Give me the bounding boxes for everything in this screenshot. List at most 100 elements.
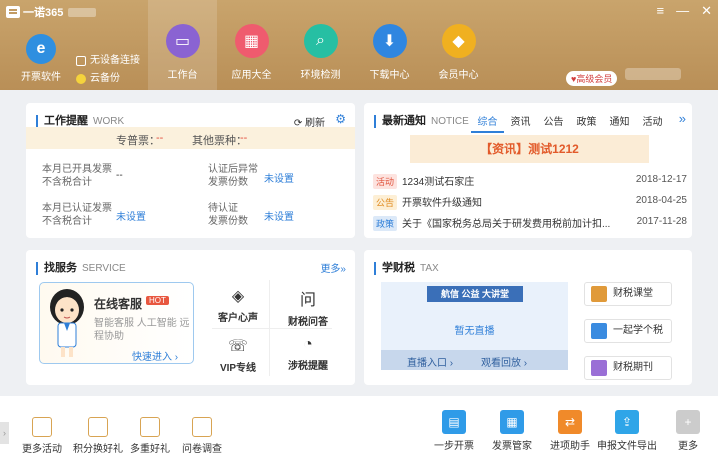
tax-course-button-0[interactable]: 财税课堂 bbox=[584, 282, 672, 306]
notice-tab-0[interactable]: 综合 bbox=[471, 113, 504, 133]
notice-tabs: 综合 资讯 公告 政策 通知 活动 bbox=[471, 113, 669, 133]
notice-panel: 最新通知 NOTICE 综合 资讯 公告 政策 通知 活动 » 【资讯】测试1212 活动 1… bbox=[364, 103, 692, 238]
bottom-right-item-0[interactable]: ▤ 一步开票 bbox=[434, 410, 474, 452]
bottom-left-item-2[interactable]: 多重好礼 bbox=[130, 417, 170, 455]
nav-item-3[interactable]: ⬇ 下载中心 bbox=[355, 0, 424, 90]
journal-icon bbox=[591, 360, 607, 376]
service-agent-avatar bbox=[50, 289, 84, 357]
notice-date: 2017-11-28 bbox=[636, 216, 687, 227]
work-label: 认证后异常 发票份数 bbox=[208, 164, 258, 188]
invoice-software-button[interactable]: e 开票软件 bbox=[20, 34, 62, 83]
feedback-icon: ◈ bbox=[231, 288, 245, 305]
customer-voice-button[interactable]: ◈ 客户心声 bbox=[210, 286, 266, 324]
more-icon: + bbox=[676, 410, 700, 434]
gift-icon bbox=[88, 417, 108, 437]
notice-tag: 公告 bbox=[373, 195, 397, 210]
invoice-software-icon: e bbox=[26, 34, 56, 64]
hot-badge: HOT bbox=[146, 296, 169, 305]
download-icon: ⬇ bbox=[372, 24, 407, 58]
survey-icon bbox=[192, 417, 212, 437]
notice-item[interactable]: 政策 关于《国家税务总局关于研发费用税前加计扣... 2017-11-28 bbox=[373, 215, 687, 231]
notice-item[interactable]: 活动 1234测试石家庄 2018-12-17 bbox=[373, 173, 687, 189]
work-value: -- bbox=[116, 170, 123, 181]
invoice-manager-icon: ▦ bbox=[500, 410, 524, 434]
notice-text: 开票软件升级通知 bbox=[402, 198, 482, 209]
apps-grid-icon: ▦ bbox=[234, 24, 269, 58]
nav-item-1[interactable]: ▦ 应用大全 bbox=[217, 0, 286, 90]
panel-title: 学财税 TAX bbox=[374, 262, 439, 275]
tax-course-button-2[interactable]: 财税期刊 bbox=[584, 356, 672, 380]
replay-link[interactable]: 观看回放 › bbox=[481, 354, 527, 369]
live-lecture-box: 航信 公益 大讲堂 暂无直播 直播入口 › 观看回放 › bbox=[381, 282, 568, 370]
panel-title: 最新通知 NOTICE bbox=[374, 115, 469, 128]
quick-enter-link[interactable]: 快速进入 › bbox=[132, 348, 178, 363]
main-nav: ▭ 工作台 ▦ 应用大全 ⌕ 环境检测 ⬇ 下载中心 ◆ 会员中心 bbox=[148, 0, 493, 90]
invoice-type-band: 专普票： -- 其他票种： -- bbox=[26, 127, 355, 149]
notice-date: 2018-04-25 bbox=[635, 195, 687, 206]
notice-tag: 活动 bbox=[373, 174, 397, 189]
notice-banner[interactable]: 【资讯】测试1212 bbox=[410, 135, 649, 163]
device-status[interactable]: 无设备连接 bbox=[76, 52, 140, 70]
lecture-banner: 航信 公益 大讲堂 bbox=[427, 286, 523, 302]
app-title: 一诺365 bbox=[23, 7, 64, 19]
work-setting-link[interactable]: 未设置 bbox=[264, 208, 294, 223]
notice-tab-4[interactable]: 通知 bbox=[603, 113, 636, 133]
work-panel: 工作提醒 WORK ⟳ 刷新 ⚙ 专普票： -- 其他票种： -- 本月已开具发票… bbox=[26, 103, 355, 238]
work-setting-link[interactable]: 未设置 bbox=[116, 208, 146, 223]
bottom-left-item-1[interactable]: 积分换好礼 bbox=[73, 417, 123, 455]
nav-item-0[interactable]: ▭ 工作台 bbox=[148, 0, 217, 90]
settings-icon[interactable]: ⚙ bbox=[335, 112, 346, 126]
notice-tab-3[interactable]: 政策 bbox=[570, 113, 603, 133]
vip-line-button[interactable]: ☏ VIP专线 bbox=[210, 336, 266, 374]
bottom-right-item-1[interactable]: ▦ 发票管家 bbox=[492, 410, 532, 452]
menu-icon[interactable]: ≡ bbox=[657, 3, 665, 19]
notice-tab-2[interactable]: 公告 bbox=[537, 113, 570, 133]
phone-icon: ☏ bbox=[227, 338, 248, 355]
bottom-toolbar: 更多活动 积分换好礼 多重好礼 问卷调查 ▤ 一步开票 ▦ 发票管家 ⇄ 进项助手 ⇪ 申报文件导出… bbox=[0, 396, 718, 456]
bottom-left-item-3[interactable]: 问卷调查 bbox=[182, 417, 222, 455]
nav-item-2[interactable]: ⌕ 环境检测 bbox=[286, 0, 355, 90]
app-logo: 一诺365 bbox=[6, 4, 97, 20]
no-live-text: 暂无直播 bbox=[454, 326, 495, 337]
vip-badge[interactable]: ♥高级会员 bbox=[566, 71, 618, 86]
service-panel: 找服务 SERVICE 更多» 在线客服 HOT 智能客服 人工智能 远程协助 快… bbox=[26, 250, 355, 385]
notice-text: 1234测试石家庄 bbox=[402, 177, 475, 188]
live-entry-link[interactable]: 直播入口 › bbox=[407, 354, 453, 369]
tax-qa-button[interactable]: 问财税问答 bbox=[280, 286, 336, 328]
notice-tag: 政策 bbox=[373, 216, 397, 231]
notice-tab-5[interactable]: 活动 bbox=[636, 113, 669, 133]
notice-item[interactable]: 公告 开票软件升级通知 2018-04-25 bbox=[373, 194, 687, 210]
close-icon[interactable]: ✕ bbox=[701, 3, 712, 19]
tax-course-button-1[interactable]: 一起学个税 bbox=[584, 319, 672, 343]
tax-panel: 学财税 TAX 航信 公益 大讲堂 暂无直播 直播入口 › 观看回放 › 财税课堂… bbox=[364, 250, 692, 385]
minimize-icon[interactable]: — bbox=[676, 3, 689, 19]
bottom-right-item-2[interactable]: ⇄ 进项助手 bbox=[550, 410, 590, 452]
expand-arrow-icon[interactable]: › bbox=[0, 422, 9, 444]
notice-tab-1[interactable]: 资讯 bbox=[504, 113, 537, 133]
books-icon bbox=[591, 286, 607, 302]
tax-reminder-button[interactable]: ◔ 涉税提醒 bbox=[280, 336, 336, 372]
panel-title: 找服务 SERVICE bbox=[36, 262, 126, 275]
bottom-right-item-3[interactable]: ⇪ 申报文件导出 bbox=[597, 410, 657, 452]
service-more-link[interactable]: 更多» bbox=[320, 260, 346, 275]
star-icon bbox=[32, 417, 52, 437]
work-label: 本月已认证发票 不含税合计 bbox=[42, 203, 112, 227]
more-chevron-icon[interactable]: » bbox=[679, 111, 686, 126]
online-service-title: 在线客服 bbox=[94, 297, 143, 311]
magnifier-icon: ⌕ bbox=[303, 24, 338, 58]
cloud-icon bbox=[76, 74, 86, 84]
input-assistant-icon: ⇄ bbox=[558, 410, 582, 434]
question-icon: 问 bbox=[299, 292, 316, 309]
online-service-card[interactable]: 在线客服 HOT 智能客服 人工智能 远程协助 快速进入 › bbox=[39, 282, 194, 364]
work-label: 本月已开具发票 不含税合计 bbox=[42, 164, 112, 188]
monitor-icon: ▭ bbox=[165, 24, 200, 58]
nav-item-4[interactable]: ◆ 会员中心 bbox=[424, 0, 493, 90]
usb-icon bbox=[76, 56, 86, 66]
work-setting-link[interactable]: 未设置 bbox=[264, 170, 294, 185]
cloud-backup[interactable]: 云备份 bbox=[76, 70, 140, 88]
logo-icon bbox=[6, 6, 20, 18]
work-label: 待认证 发票份数 bbox=[208, 203, 248, 227]
bottom-left-item-0[interactable]: 更多活动 bbox=[22, 417, 62, 455]
top-header: 一诺365 ≡ — ✕ e 开票软件 无设备连接 云备份 ▭ 工作台 ▦ 应用大全 ⌕ 环… bbox=[0, 0, 718, 90]
bottom-right-item-4[interactable]: + 更多 bbox=[676, 410, 700, 452]
